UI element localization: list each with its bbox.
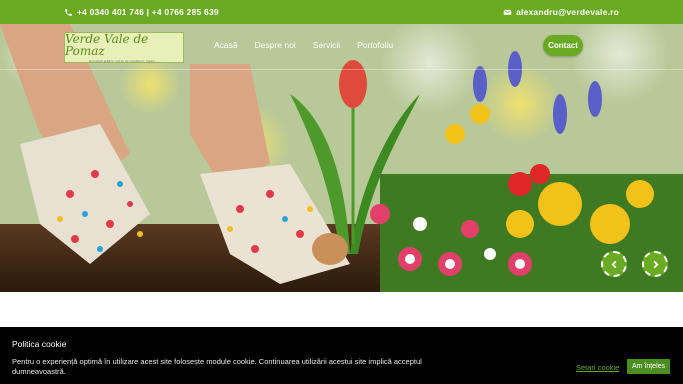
slider-next-button[interactable] — [642, 251, 668, 277]
cookie-title: Politica cookie — [12, 339, 67, 349]
email-address: alexandru@verdevale.ro — [516, 7, 619, 17]
phone-numbers: +4 0340 401 746 | +4 0766 285 639 — [77, 7, 219, 17]
nav-menu: Acasă Despre noi Servicii Portofoliu — [214, 40, 410, 50]
nav-item-despre-noi[interactable]: Despre noi — [255, 40, 296, 50]
envelope-icon — [503, 9, 512, 15]
contact-button[interactable]: Contact — [543, 35, 583, 56]
phone-icon — [65, 8, 72, 16]
logo-brand: Verde Vale de Pomaz — [65, 31, 149, 58]
top-contact-bar: +4 0340 401 746 | +4 0766 285 639 alexan… — [0, 0, 683, 24]
nav-item-acasa[interactable]: Acasă — [214, 40, 238, 50]
slider-prev-button[interactable] — [601, 251, 627, 277]
nav-item-servicii[interactable]: Servicii — [313, 40, 340, 50]
cookie-settings-link[interactable]: Setari cookie — [576, 363, 619, 372]
cookie-text: Pentru o experiență optimă în utilizare … — [12, 357, 422, 376]
chevron-left-icon — [610, 260, 616, 268]
logo-tagline: amenajari grădini, lucrari de intreținer… — [88, 58, 160, 63]
nav-item-portofoliu[interactable]: Portofoliu — [357, 40, 393, 50]
phone-info[interactable]: +4 0340 401 746 | +4 0766 285 639 — [64, 7, 219, 17]
cookie-banner: Politica cookie Pentru o experiență opti… — [0, 327, 683, 384]
site-logo[interactable]: Verde Vale de Pomaz amenajari grădini, l… — [64, 32, 184, 63]
email-info[interactable]: alexandru@verdevale.ro — [503, 7, 619, 17]
cookie-accept-button[interactable]: Am înțeles — [627, 359, 670, 374]
chevron-right-icon — [653, 260, 659, 268]
